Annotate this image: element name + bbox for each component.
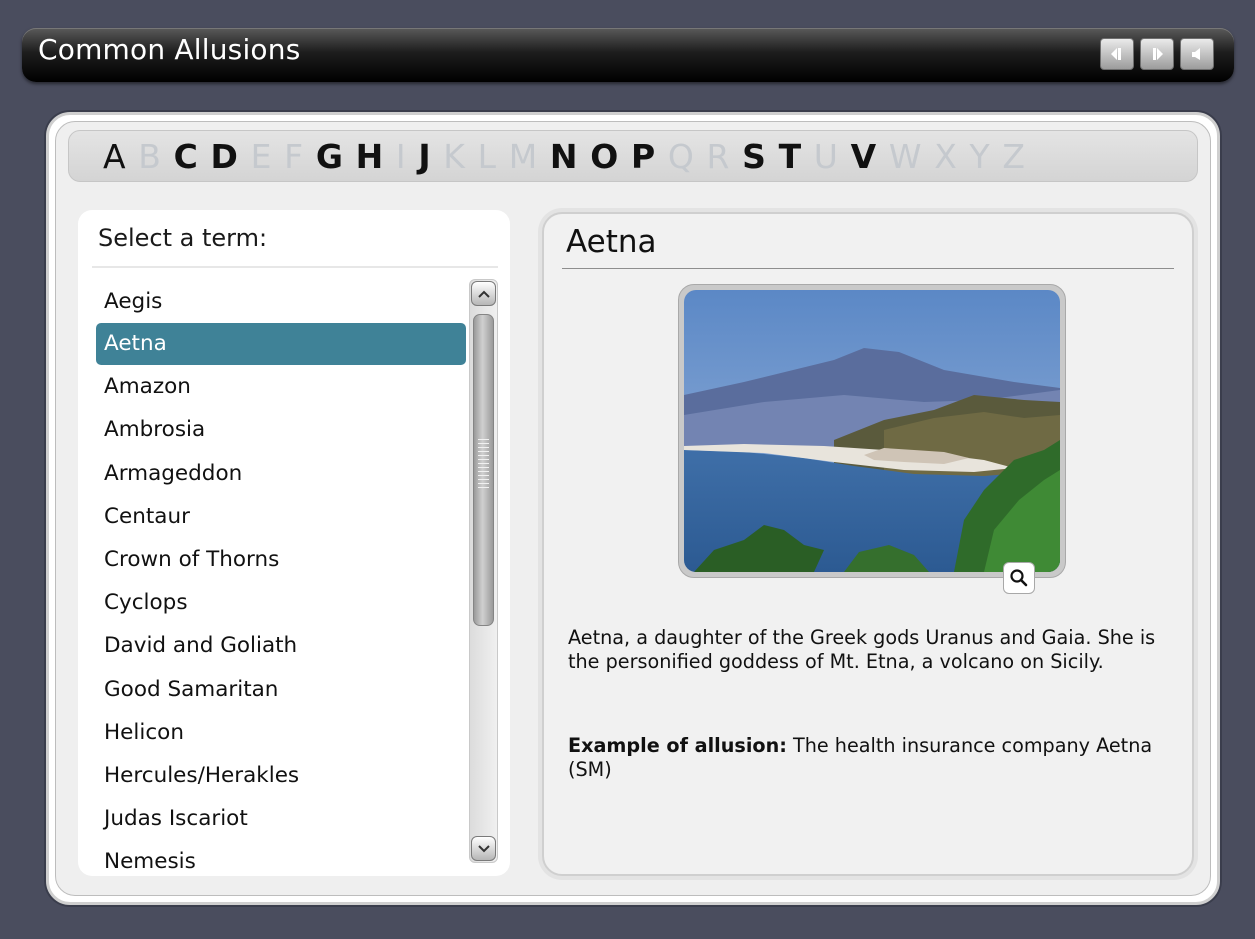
- term-example: Example of allusion: The health insuranc…: [568, 734, 1182, 782]
- term-item[interactable]: Cyclops: [96, 581, 466, 624]
- scroll-down-button[interactable]: [471, 836, 496, 861]
- term-description: Aetna, a daughter of the Greek gods Uran…: [568, 626, 1156, 673]
- term-item[interactable]: Crown of Thorns: [96, 538, 466, 581]
- term-photo[interactable]: [684, 290, 1060, 572]
- detail-panel: Aetna Aetna, a daughter of the Greek god…: [542, 212, 1194, 876]
- term-item[interactable]: Amazon: [96, 365, 466, 408]
- magnifier-icon: [1010, 569, 1028, 587]
- letter-m: M: [508, 136, 538, 176]
- panel-inner: ABCDEFGHIJKLMNOPQRSTUVWXYZ Select a term…: [55, 121, 1211, 896]
- audio-button[interactable]: [1180, 38, 1214, 70]
- letter-c[interactable]: C: [174, 140, 198, 173]
- term-item[interactable]: David and Goliath: [96, 624, 466, 667]
- divider: [92, 266, 498, 268]
- scroll-thumb[interactable]: [473, 314, 494, 626]
- previous-icon: [1111, 48, 1121, 60]
- term-list-heading: Select a term:: [98, 224, 268, 252]
- chevron-down-icon: [477, 844, 490, 852]
- mount-etna-photo: [684, 290, 1060, 572]
- divider: [562, 268, 1174, 269]
- letter-f: F: [284, 136, 304, 176]
- letter-k: K: [443, 136, 465, 176]
- letter-u: U: [813, 136, 838, 176]
- term-list: Aegis Aetna Amazon Ambrosia Armageddon Centau…: [96, 280, 466, 876]
- scrollbar[interactable]: [469, 279, 498, 863]
- app-title: Common Allusions: [38, 33, 301, 66]
- letter-q: Q: [667, 136, 694, 176]
- term-item[interactable]: Good Samaritan: [96, 668, 466, 711]
- letter-s[interactable]: S: [742, 140, 766, 173]
- main-panel: ABCDEFGHIJKLMNOPQRSTUVWXYZ Select a term…: [46, 112, 1220, 905]
- term-item[interactable]: Helicon: [96, 711, 466, 754]
- alphabet-bar: ABCDEFGHIJKLMNOPQRSTUVWXYZ: [68, 130, 1198, 182]
- photo-frame: [678, 284, 1066, 578]
- letter-y: Y: [969, 136, 990, 176]
- letter-o[interactable]: O: [590, 140, 618, 173]
- term-item[interactable]: Nemesis: [96, 840, 466, 876]
- term-item[interactable]: Ambrosia: [96, 408, 466, 451]
- letter-r: R: [706, 136, 730, 176]
- letter-t[interactable]: T: [779, 140, 802, 173]
- letter-v[interactable]: V: [851, 140, 877, 173]
- detail-title: Aetna: [566, 224, 657, 260]
- letter-j[interactable]: J: [418, 140, 430, 173]
- term-item[interactable]: Aetna: [96, 323, 466, 366]
- title-bar-controls: [1100, 38, 1214, 70]
- letter-x: X: [934, 136, 957, 176]
- term-item[interactable]: Aegis: [96, 280, 466, 323]
- previous-button[interactable]: [1100, 38, 1134, 70]
- scroll-up-button[interactable]: [471, 281, 496, 306]
- letter-h[interactable]: H: [356, 140, 384, 173]
- letter-b: B: [138, 136, 161, 176]
- letter-g[interactable]: G: [316, 140, 343, 173]
- letter-w: W: [888, 136, 922, 176]
- term-item[interactable]: Hercules/Herakles: [96, 754, 466, 797]
- letter-e: E: [250, 136, 272, 176]
- chevron-up-icon: [477, 290, 490, 298]
- letter-n[interactable]: N: [550, 140, 578, 173]
- next-button[interactable]: [1140, 38, 1174, 70]
- letter-a[interactable]: A: [103, 140, 126, 173]
- title-bar: Common Allusions: [22, 28, 1234, 82]
- term-item[interactable]: Judas Iscariot: [96, 797, 466, 840]
- letter-d[interactable]: D: [211, 140, 238, 173]
- letter-l: L: [477, 136, 497, 176]
- letter-i: I: [395, 136, 406, 176]
- letter-z: Z: [1002, 136, 1025, 176]
- example-label: Example of allusion:: [568, 734, 787, 757]
- term-item[interactable]: Armageddon: [96, 452, 466, 495]
- next-icon: [1153, 48, 1163, 60]
- term-list-panel: Select a term: Aegis Aetna Amazon Ambrosia A…: [78, 210, 510, 876]
- grip-lines: [478, 439, 489, 489]
- zoom-button[interactable]: [1003, 562, 1035, 594]
- letter-p[interactable]: P: [631, 140, 655, 173]
- term-item[interactable]: Centaur: [96, 495, 466, 538]
- speaker-icon: [1192, 48, 1200, 60]
